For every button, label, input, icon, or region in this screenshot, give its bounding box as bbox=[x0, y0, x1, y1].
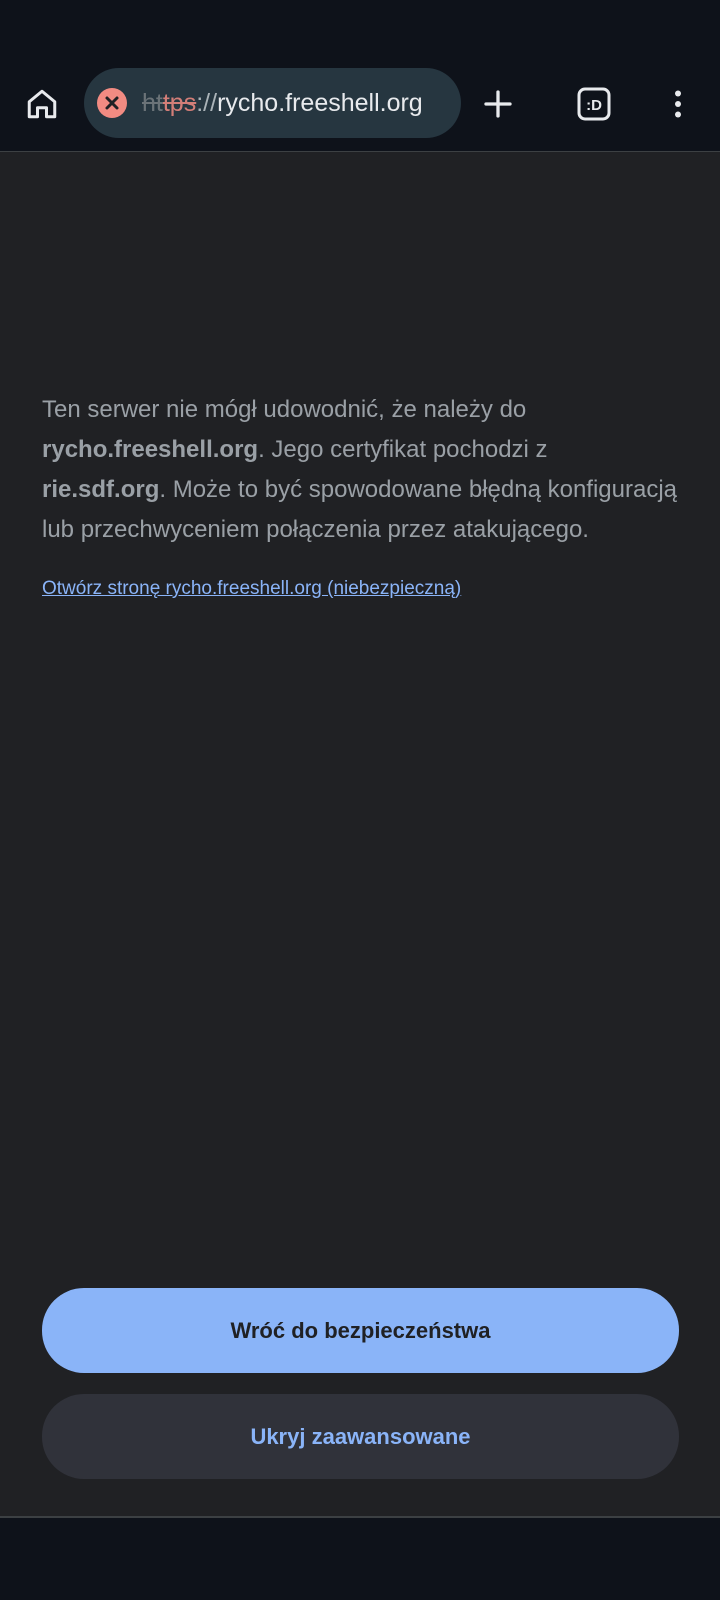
interstitial-content: Ten serwer nie mógł udowodnić, że należy… bbox=[42, 390, 678, 600]
navigation-bar bbox=[0, 1518, 720, 1600]
error-message: Ten serwer nie mógł udowodnić, że należy… bbox=[42, 390, 678, 550]
plus-icon bbox=[484, 90, 512, 118]
browser-toolbar: https://rycho.freeshell.org :D bbox=[0, 60, 720, 152]
back-to-safety-button[interactable]: Wróć do bezpieczeństwa bbox=[42, 1288, 679, 1373]
message-host: rycho.freeshell.org bbox=[42, 436, 259, 463]
url-scheme-faded: ht bbox=[142, 89, 163, 117]
url-host: rycho.freeshell.org bbox=[217, 89, 423, 117]
message-part-1: Ten serwer nie mógł udowodnić, że należy… bbox=[42, 396, 527, 423]
message-cert-host: rie.sdf.org bbox=[42, 476, 160, 503]
home-button[interactable] bbox=[16, 78, 68, 130]
tab-switcher-button[interactable]: :D bbox=[568, 78, 620, 130]
menu-button[interactable] bbox=[652, 78, 704, 130]
url-text: https://rycho.freeshell.org bbox=[142, 68, 423, 138]
omnibox[interactable]: https://rycho.freeshell.org bbox=[84, 68, 461, 138]
home-icon bbox=[27, 89, 57, 119]
tab-count: :D bbox=[586, 97, 602, 114]
url-separator: :// bbox=[196, 89, 218, 117]
not-secure-icon[interactable] bbox=[96, 87, 128, 119]
new-tab-button[interactable] bbox=[472, 78, 524, 130]
proceed-unsafe-link[interactable]: Otwórz stronę rycho.freeshell.org (niebe… bbox=[42, 578, 461, 600]
hide-advanced-button[interactable]: Ukryj zaawansowane bbox=[42, 1394, 679, 1479]
more-vert-icon bbox=[675, 90, 681, 118]
message-part-2: . Jego certyfikat pochodzi z bbox=[258, 436, 548, 463]
status-bar bbox=[0, 0, 720, 60]
tab-switcher-icon: :D bbox=[577, 87, 611, 121]
url-scheme: tps bbox=[162, 89, 197, 117]
